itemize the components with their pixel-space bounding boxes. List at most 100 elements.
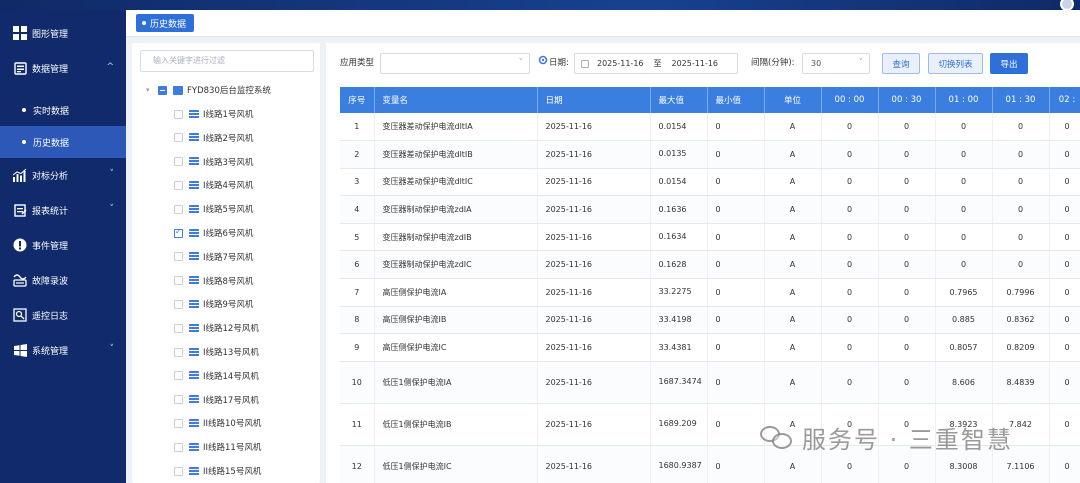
table-cell: 0 (935, 223, 993, 252)
table-cell: 0 (878, 140, 936, 169)
device-tree-panel: 输入关键字进行过滤 ▾ FYD830后台监控系统 I线路1号风机 I线路2号风机 I… (132, 43, 320, 483)
table-cell: 0 (1049, 195, 1080, 224)
switch-list-button[interactable]: 切换列表 (928, 53, 983, 74)
table-cell: 0 (1049, 223, 1080, 252)
tree-node-fan[interactable]: II线路10号风机 (174, 414, 261, 432)
tree-node-fan[interactable]: I线路13号风机 (174, 343, 259, 361)
table-row[interactable]: 8 高压侧保护电流IB 2025-11-16 33.4198 0 A 0 0 0.885 0.83… (340, 306, 1080, 335)
date-to[interactable]: 2025-11-16 (672, 54, 719, 73)
column-header[interactable]: 最小值 (707, 87, 765, 113)
sidebar-item-report-statistics[interactable]: 报表统计 ˅ (0, 195, 126, 225)
tree-node-checkbox[interactable] (174, 133, 183, 143)
column-header[interactable]: 单位 (764, 87, 822, 113)
table-row[interactable]: 2 变压器差动保护电流dltIB 2025-11-16 0.0135 0 A 0 0 0 0 0 (340, 140, 1080, 169)
table-cell: 33.4381 (650, 333, 708, 362)
table-cell: A (764, 140, 822, 169)
table-row[interactable]: 6 变压器制动保护电流zdIC 2025-11-16 0.1628 0 A 0 0 0 0 0 (340, 250, 1080, 280)
tree-node-checkbox[interactable] (174, 109, 183, 119)
tree-root-checkbox[interactable] (158, 85, 167, 95)
sidebar-item-graphics[interactable]: 图形管理 (0, 18, 126, 48)
tree-node-checkbox[interactable] (174, 371, 183, 381)
caret-down-icon[interactable]: ▾ (146, 86, 154, 94)
tree-node-fan[interactable]: II线路15号风机 (174, 462, 261, 480)
interval-select[interactable]: 30 ˅ (802, 53, 870, 74)
column-header[interactable]: 02 : (1049, 87, 1080, 113)
tree-node-checkbox[interactable] (174, 180, 183, 190)
table-cell: A (764, 306, 822, 335)
tree-node-checkbox[interactable] (174, 157, 183, 167)
table-cell: 0 (707, 278, 765, 307)
tree-node-checkbox[interactable] (174, 395, 183, 405)
tree-node-fan[interactable]: I线路8号风机 (174, 272, 253, 290)
column-header[interactable]: 变量名 (374, 87, 538, 113)
tree-node-checkbox[interactable] (174, 347, 183, 357)
table-cell: 2025-11-16 (537, 306, 651, 335)
tree-node-checkbox[interactable] (174, 466, 183, 476)
table-cell: 0 (707, 223, 765, 252)
table-row[interactable]: 10 低压1侧保护电流IA 2025-11-16 1687.3474 0 A 0 0 8.606… (340, 361, 1080, 404)
tree-node-checkbox[interactable] (174, 276, 183, 286)
table-row[interactable]: 7 高压侧保护电流IA 2025-11-16 33.2275 0 A 0 0 0.7965 0.7… (340, 278, 1080, 307)
query-button[interactable]: 查询 (882, 53, 920, 74)
tree-node-checkbox[interactable] (174, 299, 183, 309)
tree-root-node[interactable]: ▾ FYD830后台监控系统 (146, 81, 271, 99)
tree-node-checkbox[interactable] (174, 323, 183, 333)
tree-node-fan[interactable]: I线路5号风机 (174, 200, 253, 218)
tree-node-fan[interactable]: I线路2号风机 (174, 129, 253, 147)
tree-node-checkbox[interactable] (174, 252, 183, 262)
device-icon (189, 157, 199, 167)
tree-node-fan[interactable]: I线路14号风机 (174, 367, 259, 385)
tree-node-fan[interactable]: I线路4号风机 (174, 176, 253, 194)
tree-node-fan[interactable]: I线路3号风机 (174, 153, 253, 171)
tree-node-checkbox[interactable] (174, 227, 183, 238)
table-cell: 0 (821, 306, 879, 335)
tab-history-data[interactable]: 历史数据 (136, 14, 195, 32)
table-cell: 2025-11-16 (537, 361, 651, 404)
tree-node-fan[interactable]: I线路6号风机 (174, 224, 253, 242)
sidebar-subitem-history-data[interactable]: 历史数据 (0, 126, 126, 158)
chevron-down-icon: ˅ (109, 344, 115, 354)
tree-node-fan[interactable]: I线路12号风机 (174, 319, 259, 337)
sidebar-subitem-realtime-data[interactable]: 实时数据 (0, 96, 126, 124)
tree-node-fan[interactable]: II线路11号风机 (174, 438, 261, 456)
export-button[interactable]: 导出 (990, 53, 1028, 74)
table-row[interactable]: 1 变压器差动保护电流dltIA 2025-11-16 0.0154 0 A 0 0 0 0 0 (340, 113, 1080, 142)
table-row[interactable]: 9 高压侧保护电流IC 2025-11-16 33.4381 0 A 0 0 0.8057 0.8… (340, 333, 1080, 362)
table-cell: 2025-11-16 (537, 168, 651, 197)
sidebar-item-remote-log[interactable]: 遥控日志 (0, 300, 126, 330)
table-cell: 0 (878, 250, 936, 280)
table-cell: 0 (878, 333, 936, 362)
column-header[interactable]: 01 : 30 (992, 87, 1050, 113)
tree-node-fan[interactable]: I线路9号风机 (174, 295, 253, 313)
sidebar-item-data-management[interactable]: 数据管理 ^ (0, 53, 126, 83)
table-cell: 0.0154 (650, 168, 708, 197)
table-cell: 0 (707, 168, 765, 197)
tree-node-fan[interactable]: I线路1号风机 (174, 105, 253, 123)
column-header[interactable]: 01 : 00 (935, 87, 993, 113)
sidebar-item-event-management[interactable]: 事件管理 (0, 230, 126, 260)
table-row[interactable]: 3 变压器差动保护电流dltIC 2025-11-16 0.0154 0 A 0 0 0 0 0 (340, 168, 1080, 197)
tree-node-fan[interactable]: I线路7号风机 (174, 248, 253, 266)
tree-node-checkbox[interactable] (174, 442, 183, 452)
table-cell: 2025-11-16 (537, 278, 651, 307)
sidebar-item-fault-recording[interactable]: 故障录波 (0, 265, 126, 295)
table-row[interactable]: 4 变压器制动保护电流zdIA 2025-11-16 0.1636 0 A 0 0 0 0 0 (340, 195, 1080, 224)
sidebar-item-system-management[interactable]: 系统管理 ˅ (0, 335, 126, 365)
table-row[interactable]: 5 变压器制动保护电流zdIB 2025-11-16 0.1634 0 A 0 0 0 0 0 (340, 223, 1080, 252)
tree-node-fan[interactable]: I线路17号风机 (174, 391, 259, 409)
date-range-picker[interactable]: 2025-11-16 至 2025-11-16 (574, 53, 738, 74)
column-header[interactable]: 日期 (537, 87, 651, 113)
column-header[interactable]: 最大值 (650, 87, 708, 113)
table-cell: 7 (340, 278, 375, 307)
column-header[interactable]: 00 : 30 (878, 87, 936, 113)
table-cell: 1680.9387 (650, 445, 708, 483)
column-header[interactable]: 00 : 00 (821, 87, 879, 113)
tree-node-checkbox[interactable] (174, 204, 183, 214)
tree-search-input[interactable]: 输入关键字进行过滤 (140, 50, 314, 72)
sidebar-item-benchmark-analysis[interactable]: 对标分析 ˅ (0, 160, 126, 190)
app-type-select[interactable]: ˅ (380, 53, 530, 74)
date-from[interactable]: 2025-11-16 (597, 54, 644, 73)
column-header[interactable]: 序号 (340, 87, 375, 113)
table-cell: 0 (935, 140, 993, 169)
tree-node-checkbox[interactable] (174, 418, 183, 428)
